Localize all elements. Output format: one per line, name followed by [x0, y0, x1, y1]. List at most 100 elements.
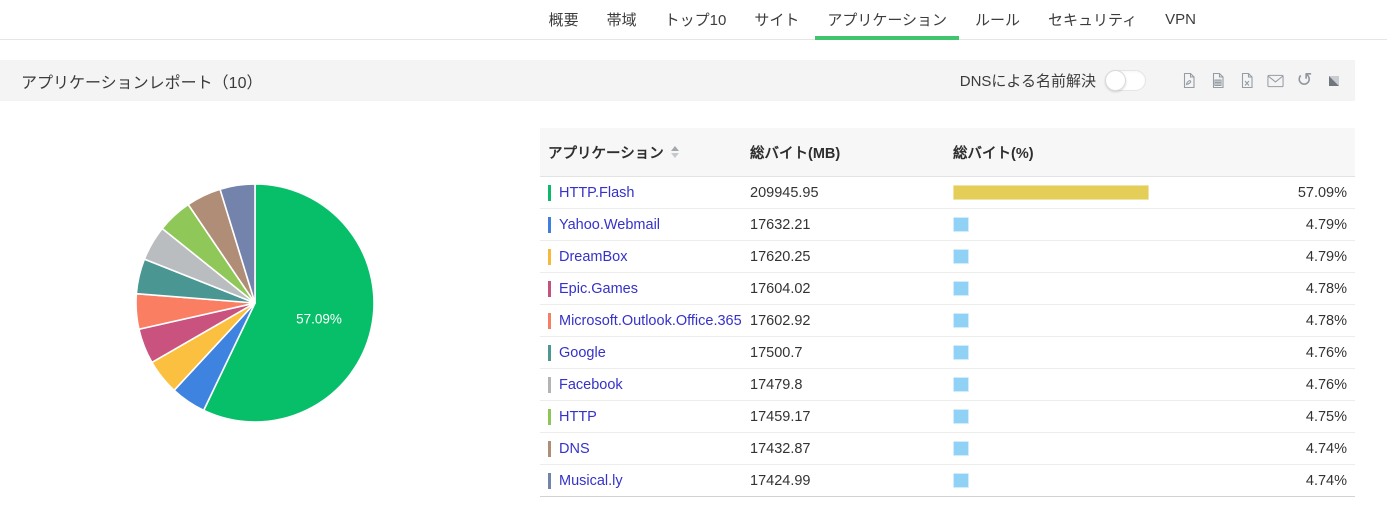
table-body: HTTP.Flash 209945.95 57.09% Yahoo.Webmai… [540, 177, 1355, 497]
table-row: HTTP 17459.17 4.75% [540, 401, 1355, 433]
percent-bar-cell [953, 281, 1297, 296]
pdf-export-icon[interactable] [1180, 72, 1197, 89]
table-row: DNS 17432.87 4.74% [540, 433, 1355, 465]
app-color-tick [548, 312, 551, 329]
sort-icon[interactable] [670, 146, 679, 158]
percent-bar-cell [953, 441, 1297, 456]
total-bytes-mb-value: 17620.25 [750, 248, 811, 265]
app-color-tick [548, 408, 551, 425]
table-row: Yahoo.Webmail 17632.21 4.79% [540, 209, 1355, 241]
report-tab-bar: 概要 帯域 トップ10 サイト アプリケーション ルール セキュリティ VPN [0, 0, 1387, 40]
dns-resolve-toggle[interactable] [1105, 70, 1146, 91]
app-color-tick [548, 184, 551, 201]
application-link[interactable]: Musical.ly [559, 473, 623, 489]
percent-bar [953, 441, 970, 456]
nav-tab[interactable]: セキュリティ [1034, 0, 1151, 39]
application-link[interactable]: HTTP.Flash [559, 185, 634, 201]
percent-bar-cell [953, 313, 1297, 328]
application-link[interactable]: HTTP [559, 409, 597, 425]
percent-bar-cell [953, 345, 1297, 360]
app-color-tick [548, 216, 551, 233]
excel-export-icon[interactable] [1238, 72, 1255, 89]
application-cell: Musical.ly [540, 472, 750, 489]
total-bytes-mb-value: 17604.02 [750, 280, 811, 297]
percent-bar-cell [953, 473, 1297, 488]
table-row: Microsoft.Outlook.Office.365 17602.92 4.… [540, 305, 1355, 337]
percent-bar-cell [953, 377, 1297, 392]
percent-bar-cell [953, 249, 1297, 264]
application-link[interactable]: Epic.Games [559, 281, 638, 297]
nav-tab[interactable]: サイト [740, 0, 813, 39]
total-bytes-mb-value: 17432.87 [750, 440, 811, 457]
application-cell: Google [540, 344, 750, 361]
application-cell: Epic.Games [540, 280, 750, 297]
header-controls: DNSによる名前解決 ↺ [960, 70, 1355, 91]
application-cell: Facebook [540, 376, 750, 393]
total-bytes-percent-value: 4.78% [1305, 280, 1347, 297]
percent-bar-cell [953, 217, 1297, 232]
application-table: アプリケーション 総バイト(MB) 総バイト(%) HTTP.Flash 209… [540, 128, 1355, 497]
app-color-tick [548, 440, 551, 457]
application-cell: DNS [540, 440, 750, 457]
nav-tab[interactable]: VPN [1151, 0, 1210, 39]
table-row: Musical.ly 17424.99 4.74% [540, 465, 1355, 497]
column-header-total-pct[interactable]: 総バイト(%) [953, 142, 1297, 163]
nav-tab[interactable]: トップ10 [651, 0, 741, 39]
app-color-tick [548, 280, 551, 297]
total-bytes-mb-value: 17424.99 [750, 472, 811, 489]
application-link[interactable]: Facebook [559, 377, 623, 393]
total-bytes-percent-value: 4.74% [1305, 472, 1347, 489]
application-link[interactable]: Google [559, 345, 606, 361]
application-cell: DreamBox [540, 248, 750, 265]
percent-bar [953, 473, 970, 488]
toggle-knob [1105, 70, 1126, 91]
app-color-tick [548, 248, 551, 265]
total-bytes-mb-value: 17500.7 [750, 344, 803, 361]
nav-tab[interactable]: 帯域 [593, 0, 651, 39]
percent-bar-cell [953, 185, 1297, 200]
table-row: Facebook 17479.8 4.76% [540, 369, 1355, 401]
percent-bar [953, 409, 970, 424]
app-color-tick [548, 344, 551, 361]
percent-bar-cell [953, 409, 1297, 424]
application-link[interactable]: DNS [559, 441, 590, 457]
percent-bar [953, 377, 970, 392]
column-header-application[interactable]: アプリケーション [540, 142, 750, 163]
table-row: HTTP.Flash 209945.95 57.09% [540, 177, 1355, 209]
total-bytes-percent-value: 4.79% [1305, 216, 1347, 233]
dns-resolve-label: DNSによる名前解決 [959, 73, 1096, 90]
application-link[interactable]: Yahoo.Webmail [559, 217, 660, 233]
total-bytes-percent-value: 4.76% [1305, 344, 1347, 361]
total-bytes-percent-value: 4.79% [1305, 248, 1347, 265]
expand-icon[interactable] [1325, 72, 1342, 89]
percent-bar [953, 185, 1150, 200]
total-bytes-mb-value: 17479.8 [750, 376, 803, 393]
pie-slice-label: 57.09% [296, 311, 342, 327]
app-color-tick [548, 472, 551, 489]
application-link[interactable]: DreamBox [559, 249, 628, 265]
nav-tab[interactable]: 概要 [535, 0, 593, 39]
application-cell: HTTP [540, 408, 750, 425]
column-header-total-mb[interactable]: 総バイト(MB) [750, 142, 953, 163]
total-bytes-percent-value: 4.74% [1305, 440, 1347, 457]
application-link[interactable]: Microsoft.Outlook.Office.365 [559, 313, 742, 329]
application-cell: HTTP.Flash [540, 184, 750, 201]
percent-bar [953, 313, 970, 328]
csv-export-icon[interactable] [1209, 72, 1226, 89]
table-row: Epic.Games 17604.02 4.78% [540, 273, 1355, 305]
application-cell: Microsoft.Outlook.Office.365 [540, 312, 750, 329]
total-bytes-percent-value: 57.09% [1297, 184, 1347, 201]
refresh-icon[interactable]: ↺ [1296, 71, 1313, 90]
percent-bar [953, 249, 970, 264]
total-bytes-mb-value: 17602.92 [750, 312, 811, 329]
report-header: アプリケーションレポート（10） DNSによる名前解決 ↺ [0, 60, 1355, 101]
total-bytes-percent-value: 4.78% [1305, 312, 1347, 329]
application-cell: Yahoo.Webmail [540, 216, 750, 233]
nav-tab[interactable]: アプリケーション [813, 0, 961, 40]
percent-bar [953, 217, 970, 232]
total-bytes-mb-value: 17459.17 [750, 408, 811, 425]
total-bytes-mb-value: 209945.95 [750, 184, 819, 201]
percent-bar [953, 345, 970, 360]
email-icon[interactable] [1267, 72, 1284, 89]
nav-tab[interactable]: ルール [961, 0, 1034, 39]
